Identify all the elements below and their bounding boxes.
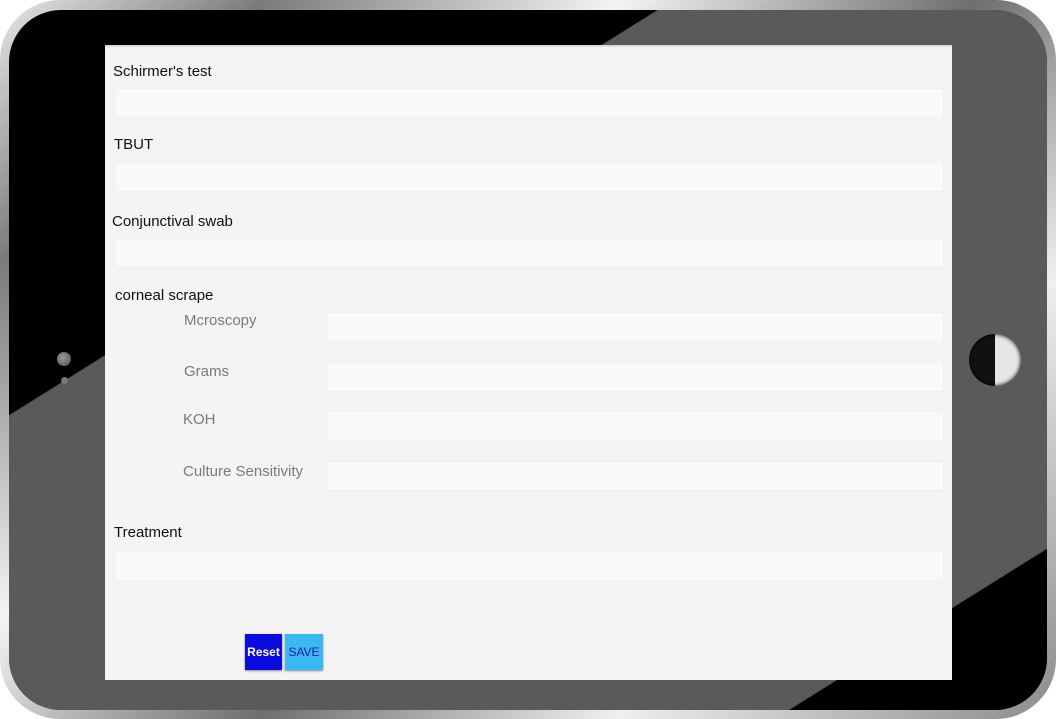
grams-input[interactable] <box>327 362 944 392</box>
sensor-icon <box>61 377 68 384</box>
culture-sensitivity-input[interactable] <box>327 461 944 491</box>
tbut-label: TBUT <box>114 136 154 153</box>
reset-button[interactable]: Reset <box>245 634 282 670</box>
corneal-scrape-label: corneal scrape <box>115 287 214 304</box>
schirmers-test-label: Schirmer's test <box>113 63 212 80</box>
grams-label: Grams <box>184 363 229 380</box>
treatment-input[interactable] <box>115 551 944 581</box>
conjunctival-swab-input[interactable] <box>115 238 944 268</box>
app-screen: Schirmer's test TBUT Conjunctival swab c… <box>105 45 952 680</box>
screen-divider <box>105 45 952 47</box>
home-button[interactable] <box>969 334 1021 386</box>
microscopy-input[interactable] <box>327 312 944 342</box>
conjunctival-swab-label: Conjunctival swab <box>112 213 233 230</box>
koh-input[interactable] <box>327 411 944 441</box>
front-camera-icon <box>57 352 71 366</box>
schirmers-test-input[interactable] <box>115 88 944 118</box>
koh-label: KOH <box>183 411 216 428</box>
save-button[interactable]: SAVE <box>285 634 323 670</box>
treatment-label: Treatment <box>114 524 182 541</box>
culture-sensitivity-label: Culture Sensitivity <box>183 463 304 480</box>
microscopy-label: Mcroscopy <box>184 312 257 329</box>
tbut-input[interactable] <box>115 162 944 192</box>
